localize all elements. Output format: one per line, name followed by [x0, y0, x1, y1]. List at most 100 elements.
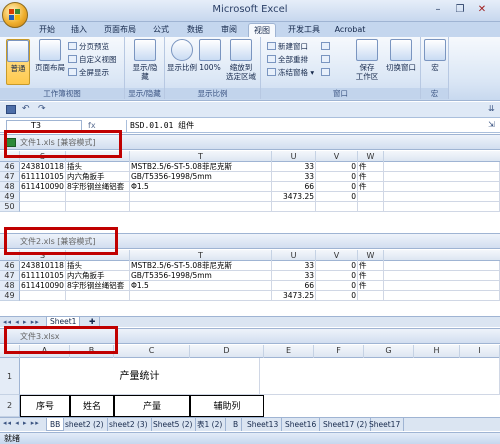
cell[interactable]	[66, 192, 130, 202]
column-header[interactable]: W	[358, 250, 384, 261]
row-header[interactable]: 46	[0, 261, 20, 271]
maximize-button[interactable]: ❐	[450, 3, 470, 18]
cell[interactable]	[384, 291, 500, 301]
cell[interactable]	[20, 202, 66, 212]
cell[interactable]: 0	[316, 291, 358, 301]
column-header[interactable]: D	[190, 345, 264, 358]
cell[interactable]: MSTB2.5/6-ST-5.08菲尼克斯	[130, 261, 272, 271]
full-screen-button[interactable]: 全屏显示	[68, 67, 109, 78]
cell[interactable]: 0	[316, 261, 358, 271]
cell[interactable]: 件	[358, 281, 384, 291]
tab-data[interactable]: 数据	[182, 23, 208, 37]
cell[interactable]	[130, 291, 272, 301]
column-header[interactable]: W	[358, 151, 384, 162]
tab-formulas[interactable]: 公式	[148, 23, 174, 37]
cell[interactable]: 0	[316, 162, 358, 172]
header-cell[interactable]: 产量	[114, 395, 190, 417]
row-header[interactable]: 1	[0, 358, 20, 395]
cell[interactable]	[130, 192, 272, 202]
column-header[interactable]: U	[272, 151, 316, 162]
minimize-button[interactable]: –	[428, 3, 448, 18]
cell[interactable]: 内六角扳手	[66, 172, 130, 182]
cell[interactable]	[358, 202, 384, 212]
cell[interactable]: 件	[358, 261, 384, 271]
row-header[interactable]: 47	[0, 271, 20, 281]
tab-review[interactable]: 审阅	[216, 23, 242, 37]
cell[interactable]: 33	[272, 172, 316, 182]
column-header[interactable]: F	[314, 345, 364, 358]
close-button[interactable]: ✕	[472, 3, 492, 18]
hide-window-button[interactable]	[321, 54, 332, 65]
show-hide-button[interactable]: 显示/隐藏	[131, 39, 159, 81]
cell[interactable]: 611110105	[20, 271, 66, 281]
row-header[interactable]: 48	[0, 182, 20, 192]
cell[interactable]: 件	[358, 172, 384, 182]
cell[interactable]	[66, 291, 130, 301]
save-workspace-button[interactable]: 保存 工作区	[353, 39, 381, 81]
tab-insert[interactable]: 插入	[66, 23, 92, 37]
cell[interactable]: 件	[358, 182, 384, 192]
row-header[interactable]: 48	[0, 281, 20, 291]
sheet-tab[interactable]: Sheet13	[244, 418, 283, 431]
cell[interactable]: 33	[272, 271, 316, 281]
column-header[interactable]: U	[272, 250, 316, 261]
office-button[interactable]	[2, 2, 28, 28]
tab-developer[interactable]: 开发工具	[284, 23, 324, 37]
arrange-all-button[interactable]: 全部重排	[267, 54, 308, 65]
row-header[interactable]: 47	[0, 172, 20, 182]
column-header[interactable]: C	[114, 345, 190, 358]
cell[interactable]	[384, 281, 500, 291]
new-window-button[interactable]: 新建窗口	[267, 41, 308, 52]
custom-views-button[interactable]: 自定义视图	[68, 54, 117, 65]
column-header[interactable]: G	[364, 345, 414, 358]
cell[interactable]	[358, 291, 384, 301]
row-header[interactable]: 50	[0, 202, 20, 212]
qat-collapse-icon[interactable]: ⇊	[488, 104, 495, 113]
row-header[interactable]: 49	[0, 192, 20, 202]
tab-acrobat[interactable]: Acrobat	[332, 23, 368, 37]
cell[interactable]	[358, 192, 384, 202]
header-cell[interactable]: 辅助列	[190, 395, 264, 417]
cell[interactable]: 66	[272, 182, 316, 192]
cell[interactable]: 33	[272, 261, 316, 271]
page-break-preview-button[interactable]: 分页预览	[68, 41, 109, 52]
cell[interactable]: 件	[358, 271, 384, 281]
split-button[interactable]	[321, 41, 332, 52]
cell[interactable]	[384, 172, 500, 182]
sheet-tab[interactable]: sheet2 (2)	[62, 418, 108, 431]
tab-home[interactable]: 开始	[34, 23, 60, 37]
cell[interactable]	[130, 202, 272, 212]
cell[interactable]: 0	[316, 281, 358, 291]
cell[interactable]	[384, 261, 500, 271]
sheet-tab[interactable]: Sheet17	[366, 418, 405, 431]
merged-title-cell[interactable]: 产量统计	[20, 358, 260, 395]
cell[interactable]: Φ1.5	[130, 281, 272, 291]
cell[interactable]: 0	[316, 192, 358, 202]
column-header[interactable]: V	[316, 151, 358, 162]
sheet-tab[interactable]: B	[230, 418, 243, 431]
row-header[interactable]: 49	[0, 291, 20, 301]
tab-page-layout[interactable]: 页面布局	[100, 23, 140, 37]
header-cell[interactable]: 序号	[20, 395, 70, 417]
cell[interactable]: 3473.25	[272, 291, 316, 301]
sheet-tab[interactable]: Sheet17 (2)	[320, 418, 372, 431]
zoom-100-button[interactable]: 100%	[199, 39, 221, 72]
cell[interactable]: 3473.25	[272, 192, 316, 202]
cell[interactable]	[384, 162, 500, 172]
cell[interactable]: 611110105	[20, 172, 66, 182]
row-header[interactable]: 2	[0, 395, 20, 417]
cell[interactable]: 66	[272, 281, 316, 291]
sheet-tab[interactable]: 表1 (2)	[194, 418, 227, 431]
cell[interactable]: 611410090	[20, 182, 66, 192]
cell[interactable]	[66, 202, 130, 212]
cell[interactable]: 33	[272, 162, 316, 172]
column-header[interactable]: V	[316, 250, 358, 261]
macros-button[interactable]: 宏	[423, 39, 447, 72]
sheet-nav-arrows[interactable]: ◂◂ ◂ ▸ ▸▸	[3, 418, 40, 428]
sheet-tab[interactable]: Sheet5 (2)	[150, 418, 197, 431]
cell[interactable]	[384, 202, 500, 212]
cell[interactable]	[20, 192, 66, 202]
redo-icon[interactable]: ↷	[38, 104, 46, 114]
cell[interactable]	[20, 291, 66, 301]
freeze-panes-button[interactable]: 冻结窗格 ▾	[267, 67, 314, 78]
